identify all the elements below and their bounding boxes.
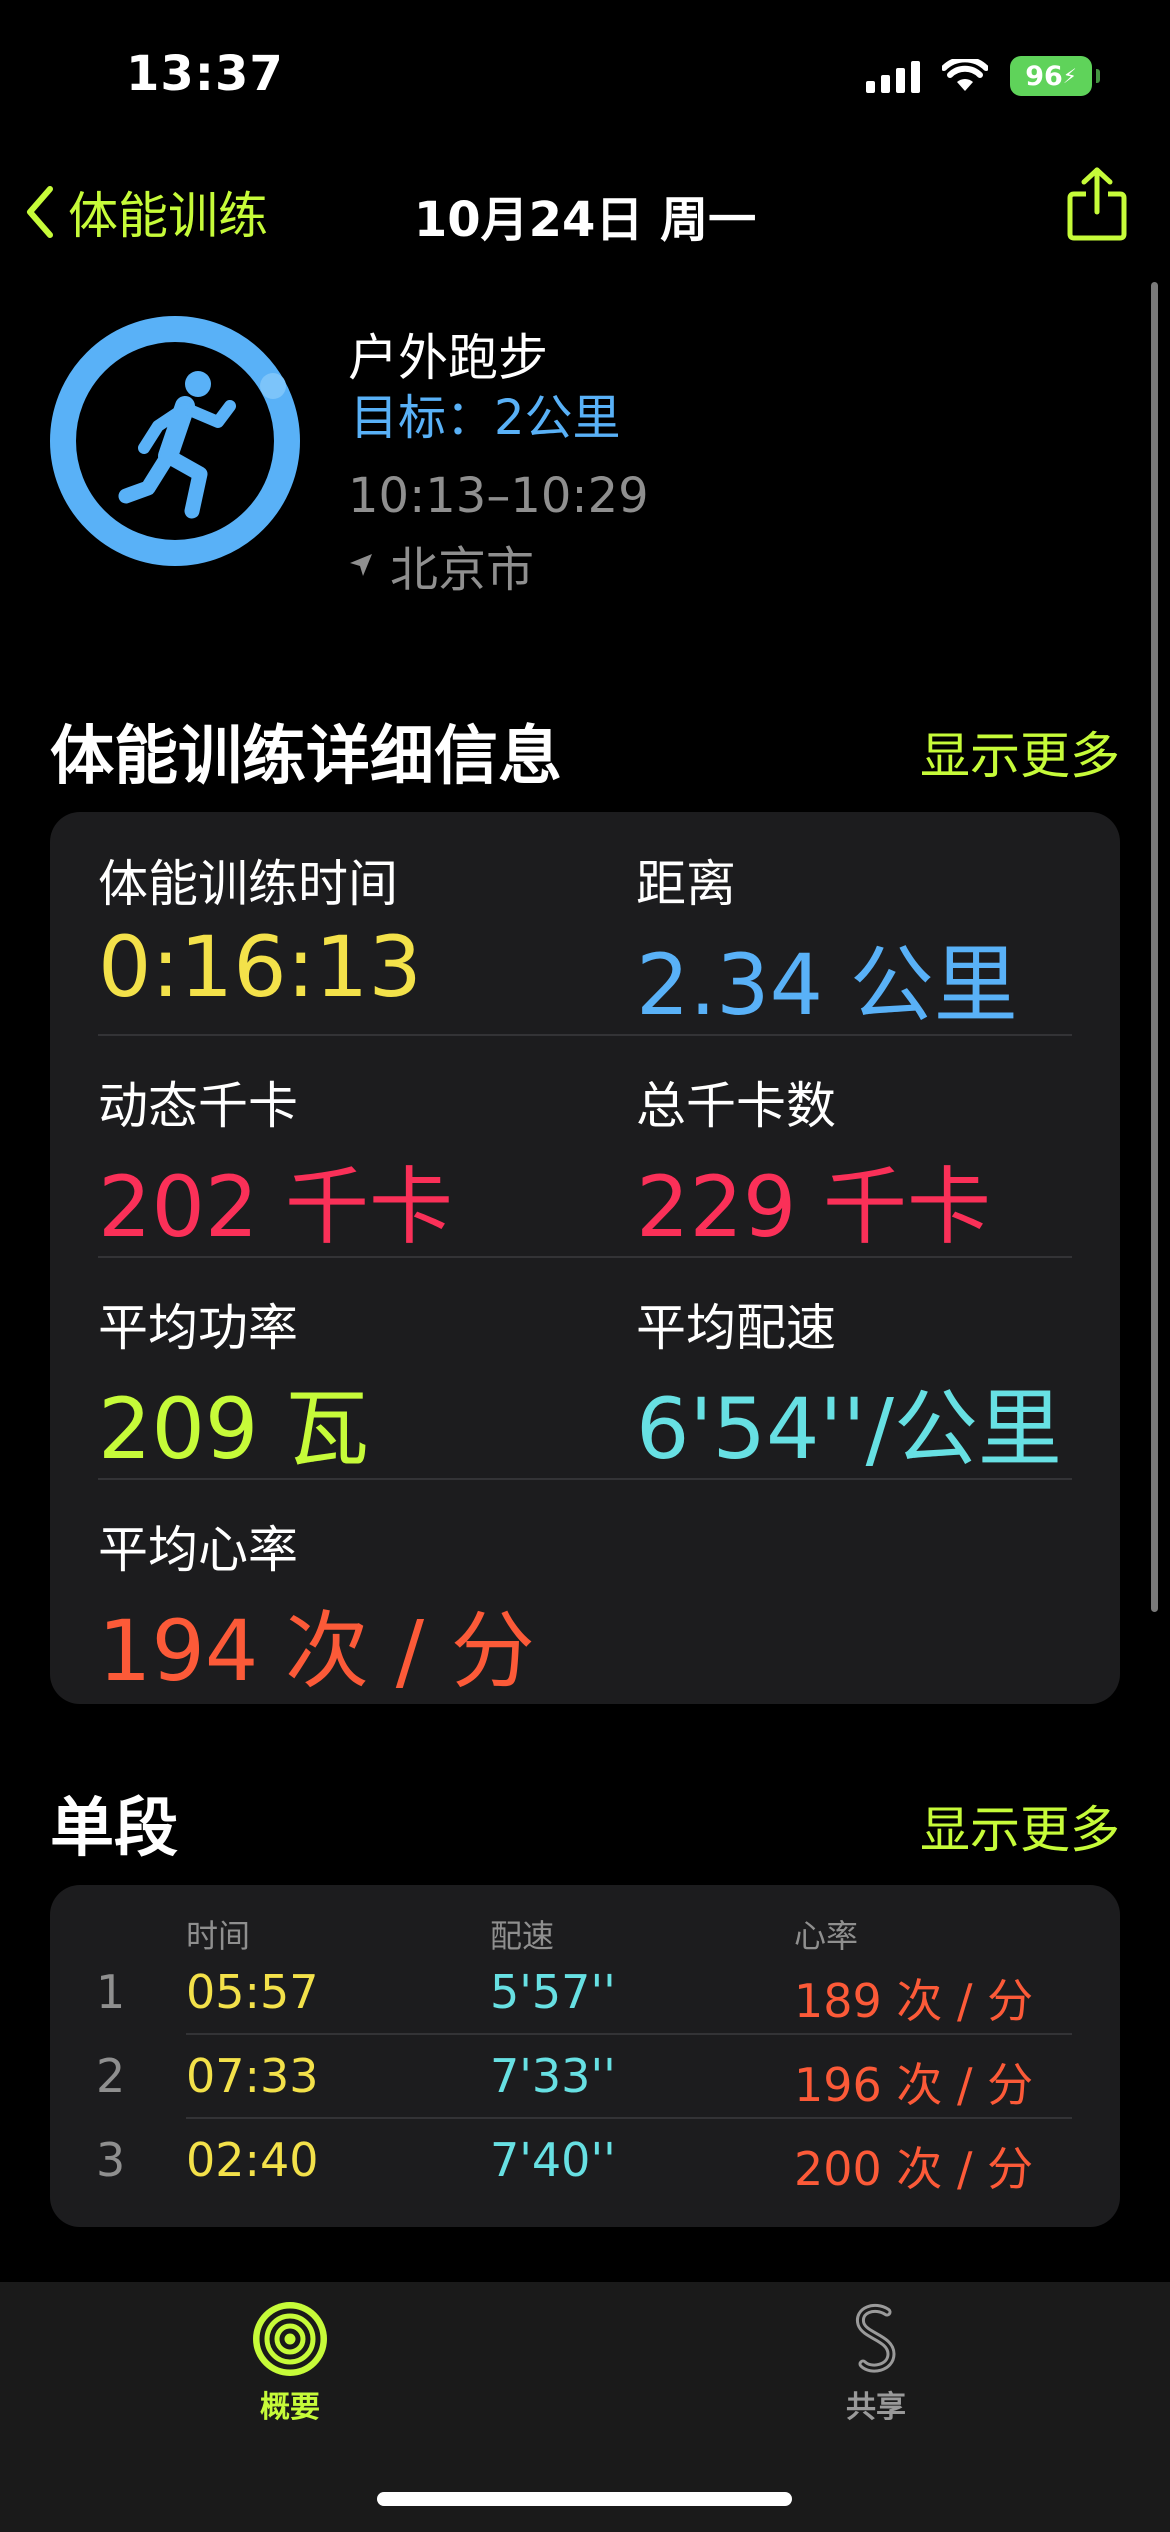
divider [186,2117,1072,2119]
metric-label: 平均功率 [98,1299,298,1357]
lap-time: 02:40 [186,2133,319,2187]
metric-label: 平均心率 [98,1521,298,1579]
lap-number: 2 [96,2049,126,2103]
cellular-signal-icon [866,59,920,93]
sharing-icon [856,2304,896,2373]
lap-pace: 7'40'' [490,2133,616,2187]
lap-time: 07:33 [186,2049,319,2103]
status-time: 13:37 [126,46,284,102]
workout-time-range: 10:13–10:29 [348,468,649,524]
status-icons: 96 ⚡ [866,56,1100,96]
lap-time: 05:57 [186,1965,319,2019]
metric-value: 202 千卡 [98,1158,454,1256]
divider [98,1478,1072,1480]
tab-label: 共享 [846,2390,906,2425]
details-section-title: 体能训练详细信息 [50,720,562,794]
metric-label: 动态千卡 [98,1077,298,1135]
metric-label: 距离 [636,855,736,913]
share-button[interactable] [1066,166,1128,246]
lap-heart-rate: 200 次 / 分 [794,2142,1034,2196]
metric-duration: 体能训练时间 0:16:13 [98,844,422,1016]
lap-pace: 7'33'' [490,2049,616,2103]
workout-location: 北京市 [348,530,534,600]
tab-summary[interactable]: 概要 [190,2302,390,2426]
divider [98,1034,1072,1036]
divider [98,1256,1072,1258]
share-icon [1067,167,1127,241]
activity-rings-icon [253,2302,327,2376]
metric-total-calories: 总千卡数 229 千卡 [636,1066,991,1261]
laps-header-time: 时间 [186,1917,251,1955]
metric-avg-heart-rate: 平均心率 194 次 / 分 [98,1510,535,1705]
laps-show-more-link[interactable]: 显示更多 [920,1790,1120,1862]
scroll-indicator[interactable] [1151,282,1158,1612]
laps-header-pace: 配速 [490,1917,555,1955]
battery-level: 96 [1025,60,1063,92]
laps-header-heart-rate: 心率 [794,1917,859,1955]
metric-value: 194 次 / 分 [98,1602,535,1700]
metric-value: 0:16:13 [98,918,422,1016]
lap-heart-rate: 196 次 / 分 [794,2058,1034,2112]
details-card: 体能训练时间 0:16:13 距离 2.34 公里 动态千卡 202 千卡 总千… [50,812,1120,1704]
metric-value: 2.34 公里 [636,936,1018,1034]
tab-sharing[interactable]: 共享 [776,2302,976,2426]
metric-distance: 距离 2.34 公里 [636,844,1018,1039]
battery-indicator: 96 ⚡ [1010,56,1100,96]
laps-card: 时间 配速 心率 1 05:57 5'57'' 189 次 / 分 2 07:3… [50,1885,1120,2227]
metric-avg-power: 平均功率 209 瓦 [98,1288,369,1483]
laps-section-title: 单段 [50,1792,178,1866]
metric-avg-pace: 平均配速 6'54''/公里 [636,1288,1062,1483]
metric-value: 209 瓦 [98,1380,370,1478]
location-arrow-icon [350,554,372,576]
charging-bolt-icon: ⚡ [1062,64,1077,88]
metric-value: 6'54''/公里 [636,1380,1062,1478]
lap-number: 1 [96,1965,126,2019]
lap-pace: 5'57'' [490,1965,616,2019]
metric-label: 总千卡数 [636,1077,836,1135]
wifi-icon [942,59,988,91]
metric-active-calories: 动态千卡 202 千卡 [98,1066,453,1261]
location-label: 北京市 [390,542,535,598]
lap-heart-rate: 189 次 / 分 [794,1974,1034,2028]
lap-number: 3 [96,2133,126,2187]
metric-label: 平均配速 [636,1299,836,1357]
nav-title: 10月24日 周一 [413,192,757,248]
details-show-more-link[interactable]: 显示更多 [920,716,1120,788]
divider [186,2033,1072,2035]
metric-label: 体能训练时间 [98,855,398,913]
running-workout-icon [50,316,300,566]
tab-label: 概要 [260,2390,320,2425]
home-indicator [377,2492,792,2506]
workout-goal: 目标：2公里 [350,390,621,446]
metric-value: 229 千卡 [636,1158,992,1256]
